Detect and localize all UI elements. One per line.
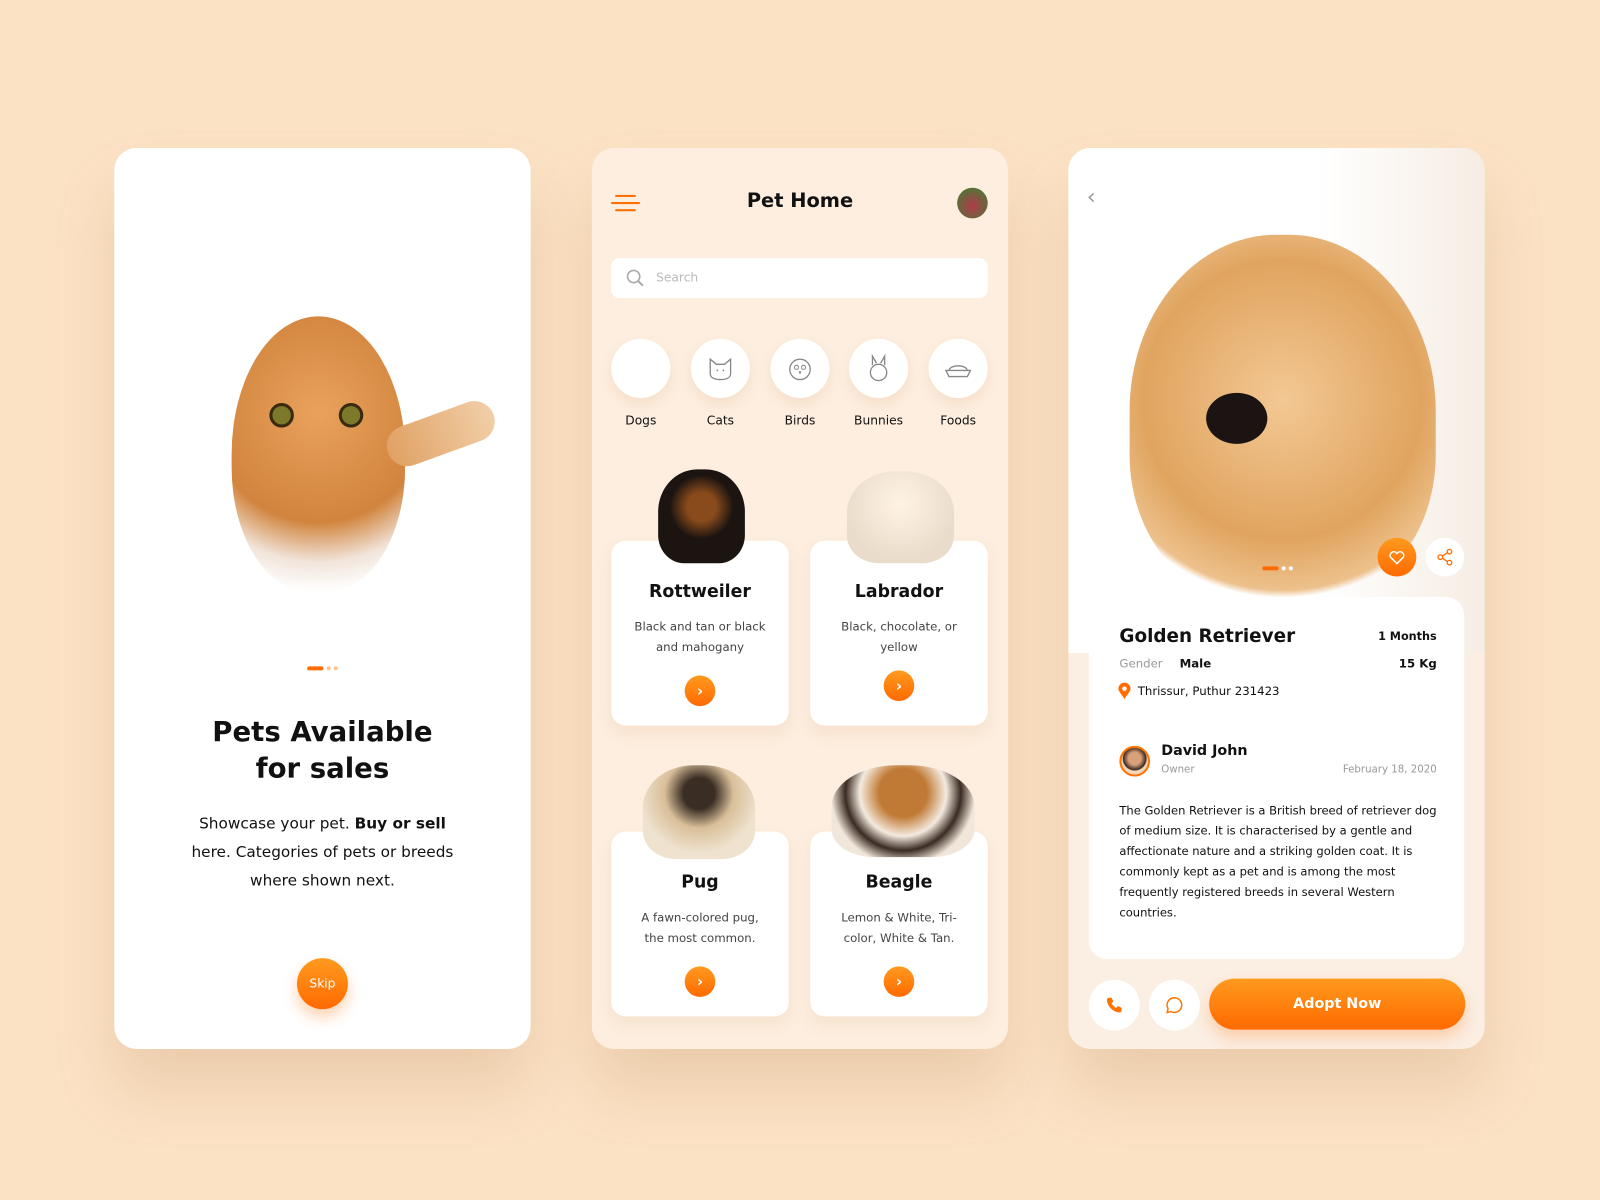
share-icon	[1437, 548, 1453, 566]
cat-eye	[338, 403, 364, 428]
category-cats[interactable]	[690, 338, 750, 398]
call-button[interactable]	[1088, 979, 1140, 1031]
owner-name: David John	[1161, 742, 1248, 760]
search-icon	[626, 269, 644, 287]
category-birds[interactable]	[770, 338, 830, 398]
pet-photo	[1068, 147, 1485, 654]
bunny-icon	[869, 353, 888, 382]
category-bunnies[interactable]	[848, 338, 909, 398]
category-label: Dogs	[625, 413, 657, 428]
chevron-right-icon[interactable]: ›	[684, 675, 716, 707]
cat-icon	[709, 357, 732, 381]
owner-role: Owner	[1161, 764, 1195, 776]
back-button[interactable]: ‹	[1087, 185, 1096, 211]
onboarding-screen: Pets Available for sales Showcase your pe…	[114, 147, 531, 1049]
pet-desc: Black, chocolate, or yellow	[841, 619, 957, 655]
pet-desc: Lemon & White, Tri-color, White & Tan.	[841, 910, 957, 945]
pet-card-rottweiler[interactable]: Rottweiler Black and tan or black and mah…	[611, 540, 789, 726]
pet-name: Rottweiler	[649, 581, 751, 603]
whatsapp-button[interactable]	[1148, 979, 1200, 1031]
category-label: Foods	[940, 413, 977, 428]
cat-eye	[269, 403, 294, 428]
cat-image	[231, 316, 406, 592]
pet-age: 1 Months	[1378, 629, 1437, 643]
category-label: Birds	[784, 413, 816, 428]
location-pin-icon	[1118, 682, 1131, 699]
page-indicator	[307, 655, 341, 674]
food-bowl-icon	[944, 365, 972, 378]
pet-name: Labrador	[854, 581, 944, 603]
page-title: Pet Home	[746, 189, 854, 213]
rottweiler-image	[658, 469, 745, 564]
pet-name: Pug	[681, 872, 719, 893]
bird-icon	[789, 358, 811, 381]
whatsapp-icon	[1166, 997, 1183, 1014]
pet-weight: 15 Kg	[1398, 656, 1437, 671]
pet-location: Thrissur, Puthur 231423	[1137, 683, 1280, 698]
pet-card-beagle[interactable]: Beagle Lemon & White, Tri-color, White & …	[810, 831, 988, 1017]
onboarding-title: Pets Available for sales	[212, 716, 433, 785]
dog-nose	[1206, 392, 1268, 444]
pet-description: The Golden Retriever is a British breed …	[1119, 804, 1437, 920]
search-placeholder: Search	[656, 270, 699, 285]
avatar[interactable]	[957, 187, 988, 219]
chevron-right-icon[interactable]: ›	[883, 670, 915, 702]
gender-label: Gender	[1119, 656, 1163, 671]
dog-icon	[629, 358, 653, 382]
search-input[interactable]: Search	[611, 258, 988, 298]
pet-name: Golden Retriever	[1119, 625, 1296, 647]
image-indicator	[1262, 555, 1296, 574]
category-label: Bunnies	[854, 413, 904, 428]
labrador-image	[846, 471, 955, 564]
category-foods[interactable]	[928, 338, 988, 398]
category-dogs[interactable]	[611, 338, 671, 398]
pet-info-card: Golden Retriever 1 Months Gender Male 15…	[1088, 596, 1465, 960]
heart-icon	[1389, 551, 1405, 565]
post-date: February 18, 2020	[1342, 764, 1437, 776]
favorite-button[interactable]	[1377, 537, 1417, 577]
pug-image	[642, 765, 756, 860]
skip-button[interactable]: Skip	[296, 958, 348, 1010]
pet-name: Beagle	[865, 872, 933, 893]
owner-avatar	[1119, 745, 1150, 777]
phone-icon	[1106, 997, 1122, 1013]
pet-card-pug[interactable]: Pug A fawn-colored pug, the most common. ›	[611, 831, 789, 1017]
share-button[interactable]	[1425, 537, 1465, 577]
beagle-image	[831, 765, 975, 858]
pet-card-labrador[interactable]: Labrador Black, chocolate, or yellow ›	[810, 540, 988, 726]
chevron-right-icon[interactable]: ›	[684, 966, 716, 997]
category-label: Cats	[706, 413, 735, 428]
detail-screen: ‹ Golden Retriever 1 Months Gender Male …	[1068, 147, 1485, 1049]
onboarding-body: Showcase your pet. Buy or sell here. Cat…	[191, 814, 454, 890]
chevron-right-icon[interactable]: ›	[883, 966, 915, 997]
pet-desc: Black and tan or black and mahogany	[634, 619, 766, 655]
home-screen: Pet Home Search Dogs Cats Birds Bunnies …	[591, 147, 1009, 1049]
pet-desc: A fawn-colored pug, the most common.	[641, 910, 759, 945]
gender-value: Male	[1179, 656, 1212, 671]
adopt-now-button[interactable]: Adopt Now	[1209, 978, 1466, 1030]
